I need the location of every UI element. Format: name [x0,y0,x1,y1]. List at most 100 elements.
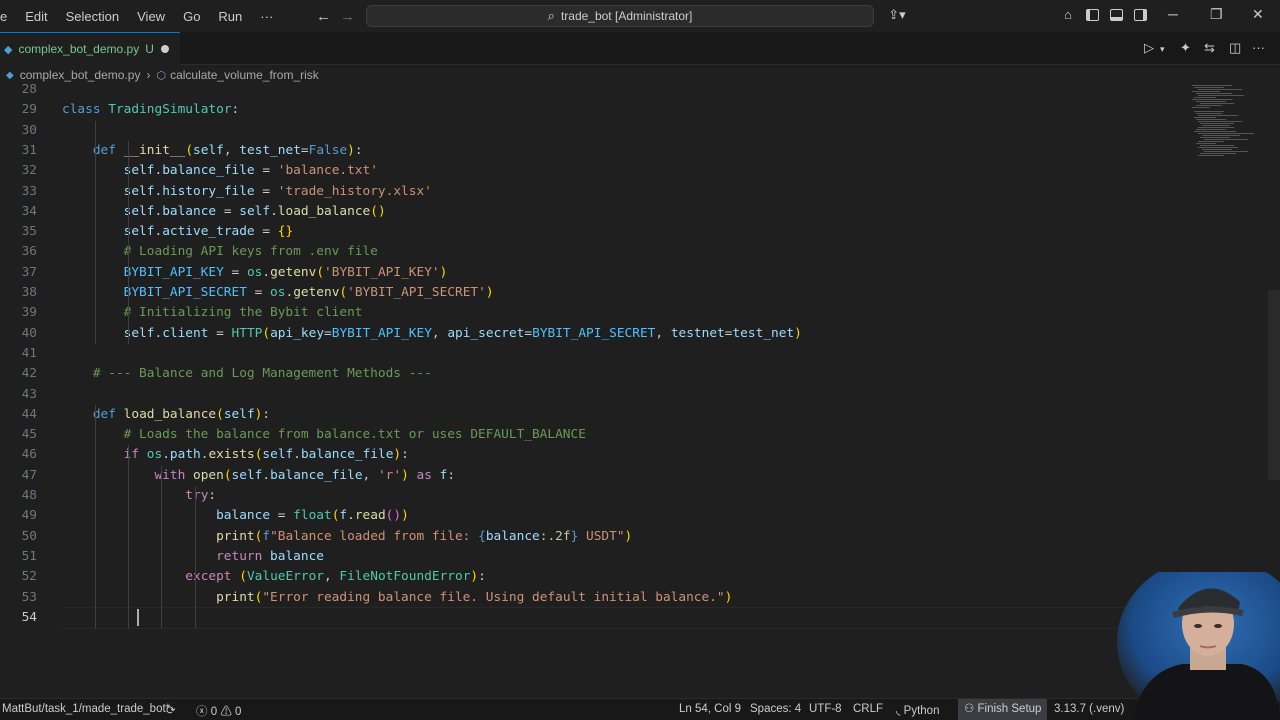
code-line[interactable]: 37 BYBIT_API_KEY = os.getenv('BYBIT_API_… [0,263,1188,283]
code-text: print(f"Balance loaded from file: {balan… [216,528,633,544]
code-text: class TradingSimulator: [62,102,240,118]
menu-bar: e Edit Selection View Go Run ··· [0,0,291,32]
line-number: 45 [21,427,37,443]
close-icon[interactable]: ✕ [1252,6,1264,23]
command-center[interactable]: ⌕ trade_bot [Administrator] [366,5,874,27]
code-text: self.active_trade = {} [123,224,294,240]
code-line[interactable]: 52 except (ValueError, FileNotFoundError… [0,567,1188,587]
line-number: 38 [21,285,37,300]
scrollbar-thumb[interactable] [1268,290,1280,480]
toggle-panel-icon[interactable] [1108,7,1124,23]
back-arrow-icon[interactable]: ← [316,8,331,25]
copilot-sparkle-icon[interactable]: ✦ [1180,40,1191,56]
cursor-position[interactable]: Ln 54, Col 9 [679,703,741,715]
menu-run[interactable]: Run [218,9,242,24]
code-line[interactable]: 54 [0,608,1188,628]
line-number: 39 [21,305,37,321]
minimap-line [1200,123,1234,124]
minimap-line [1202,149,1232,150]
code-line[interactable]: 31 def __init__(self, test_net=False): [0,141,1188,161]
code-line[interactable]: 42 # --- Balance and Log Management Meth… [0,364,1188,384]
indentation[interactable]: Spaces: 4 [750,703,801,715]
code-line[interactable]: 34 self.balance = self.load_balance() [0,202,1188,222]
split-editor-icon[interactable]: ◫ [1229,40,1241,56]
minimap-line [1196,105,1222,106]
end-of-line[interactable]: CRLF [853,703,883,715]
code-line[interactable]: 36 # Loading API keys from .env file [0,242,1188,262]
indent-guide [195,486,196,629]
accounts-icon[interactable]: ⌂ [1060,7,1076,23]
code-line[interactable]: 47 with open(self.balance_file, 'r') as … [0,466,1188,486]
forward-arrow-icon[interactable]: → [340,8,355,25]
line-number: 40 [21,325,37,341]
toggle-primary-sidebar-icon[interactable] [1084,7,1100,23]
code-line[interactable]: 46 if os.path.exists(self.balance_file): [0,445,1188,465]
copilot-icon[interactable]: ⇪▾ [885,7,909,23]
code-line[interactable]: 51 return balance [0,547,1188,567]
code-editor[interactable]: 28 29 class TradingSimulator: 30 31 def __in… [0,82,1188,686]
code-line[interactable]: 50 print(f"Balance loaded from file: {ba… [0,527,1188,547]
code-text: if os.path.exists(self.balance_file): [123,447,409,463]
compare-changes-icon[interactable]: ⇆ [1204,40,1215,56]
code-line[interactable]: 32 self.balance_file = 'balance.txt' [0,161,1188,181]
unsaved-dot-icon[interactable] [161,45,169,53]
code-line[interactable]: 45 # Loads the balance from balance.txt … [0,425,1188,445]
run-dropdown-chevron-icon[interactable]: ▾ [1160,44,1165,55]
line-number: 37 [21,264,37,280]
code-line[interactable]: 30 [0,121,1188,141]
code-line[interactable]: 43 [0,385,1188,405]
code-line[interactable]: 48 try: [0,486,1188,506]
minimap-line [1204,151,1248,152]
code-line[interactable]: 39 # Initializing the Bybit client [0,303,1188,323]
line-number: 52 [21,569,37,585]
line-number: 36 [21,244,37,260]
code-text: # --- Balance and Log Management Methods… [92,366,432,382]
code-line[interactable]: 33 self.history_file = 'trade_history.xl… [0,182,1188,202]
git-branch[interactable]: MattBut/task_1/made_trade_bot* [2,703,170,715]
code-line[interactable]: 53 print("Error reading balance file. Us… [0,588,1188,608]
toggle-secondary-sidebar-icon[interactable] [1132,7,1148,23]
minimap-line [1200,103,1234,104]
encoding[interactable]: UTF-8 [809,703,842,715]
language-mode[interactable]: ◟ Python [896,703,939,717]
sync-icon[interactable]: ⟳ [166,703,176,717]
menu-more[interactable]: ··· [260,9,273,24]
language-label: Python [903,705,940,717]
minimize-icon[interactable]: ─ [1168,6,1178,22]
menu-file[interactable]: e [0,9,7,24]
more-actions-icon[interactable]: ··· [1252,40,1265,55]
menu-view[interactable]: View [137,9,165,24]
menu-selection[interactable]: Selection [66,9,119,24]
line-number: 35 [21,224,37,240]
code-line[interactable]: 49 balance = float(f.read()) [0,506,1188,526]
code-line[interactable]: 38 BYBIT_API_SECRET = os.getenv('BYBIT_A… [0,283,1188,303]
editor-tab[interactable]: ◆ complex_bot_demo.py U [0,32,180,65]
minimap-line [1198,141,1224,142]
line-number: 41 [21,345,37,361]
code-line[interactable]: 41 [0,344,1188,364]
line-number: 42 [21,366,37,382]
finish-setup-button[interactable]: ⚇ Finish Setup [958,699,1048,720]
python-file-icon: ◆ [6,69,14,81]
indent-guide [95,120,96,344]
minimap-line [1192,91,1220,92]
restore-icon[interactable]: ❐ [1210,6,1223,23]
run-python-icon[interactable]: ▷ [1144,40,1154,56]
tab-git-status: U [145,42,154,56]
menu-edit[interactable]: Edit [25,9,47,24]
code-line[interactable]: 40 self.client = HTTP(api_key=BYBIT_API_… [0,324,1188,344]
code-line[interactable]: 29 class TradingSimulator: [0,100,1188,120]
code-text: def load_balance(self): [92,406,271,422]
minimap-line [1196,93,1232,94]
indent-guide [128,445,129,629]
code-line[interactable]: 44 def load_balance(self): [0,405,1188,425]
line-number: 47 [21,467,37,483]
code-line[interactable]: 35 self.active_trade = {} [0,222,1188,242]
code-text: def __init__(self, test_net=False): [92,142,363,158]
menu-go[interactable]: Go [183,9,200,24]
problems-indicator[interactable]: ⓧ 0 ⚠ 0 [196,703,241,719]
minimap-line [1198,147,1238,148]
minimap-line [1198,89,1242,90]
indent-guide [95,404,96,629]
code-line[interactable]: 28 [0,80,1188,100]
